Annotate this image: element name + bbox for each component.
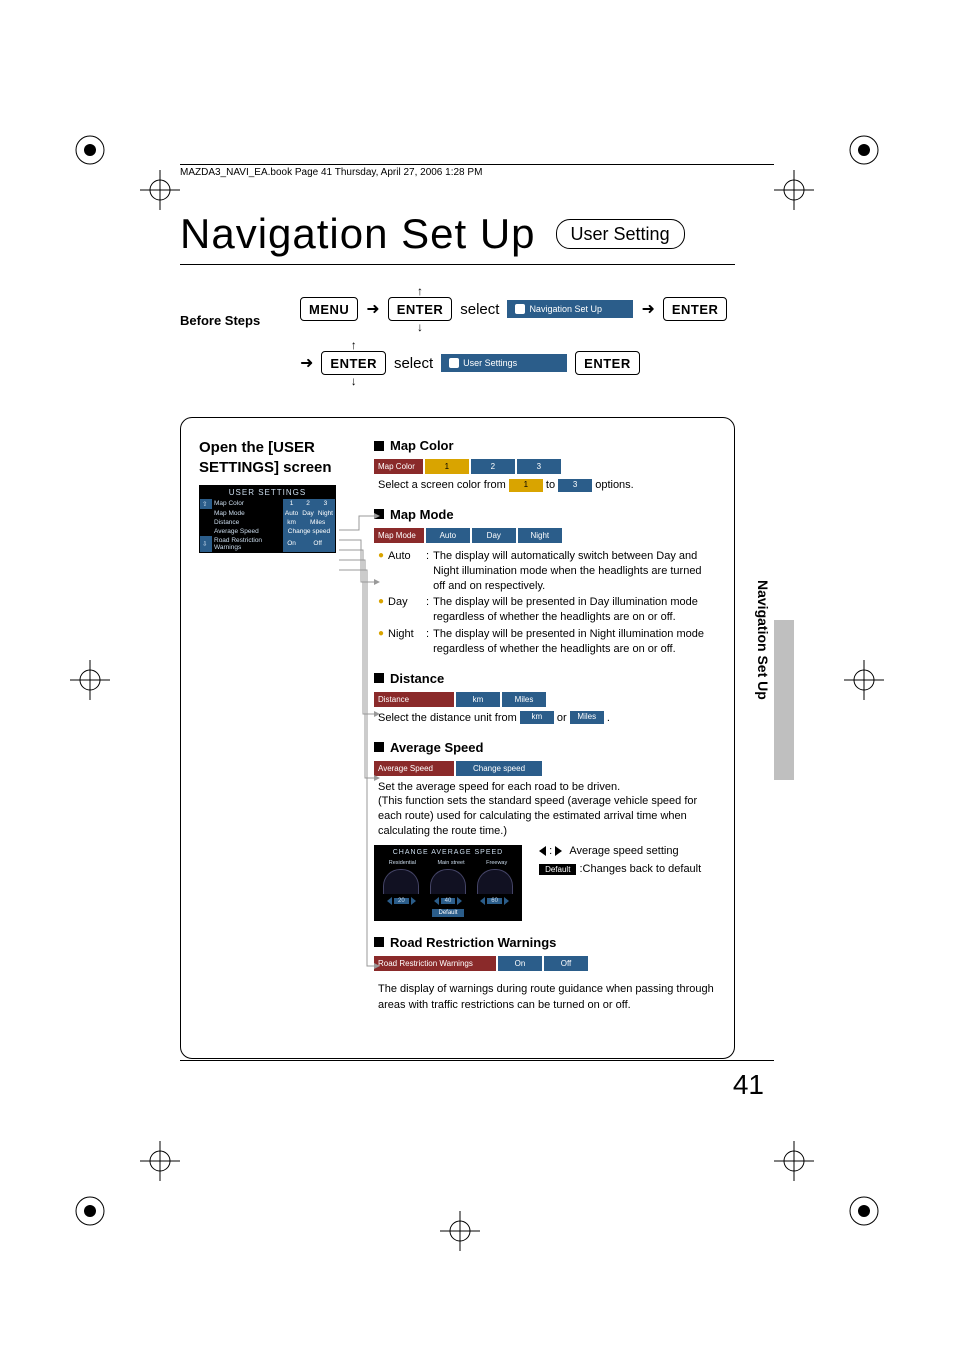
footer-rule [180, 1060, 774, 1061]
crop-mark-icon [844, 1191, 884, 1231]
select-label: select [460, 301, 499, 318]
crop-mark-icon [844, 660, 884, 700]
badge-1: 1 [509, 479, 543, 492]
page-number: 41 [733, 1069, 764, 1101]
enter-joystick[interactable]: ENTER [321, 339, 386, 387]
chip-navigation-setup: Navigation Set Up [507, 300, 633, 318]
before-steps-label: Before Steps [180, 313, 260, 328]
section-distance: Distance Distance km Miles Select the di… [374, 671, 716, 726]
road-restriction-desc: The display of warnings during route gui… [374, 981, 716, 1014]
running-header: MAZDA3_NAVI_EA.book Page 41 Thursday, Ap… [180, 164, 774, 178]
crop-mark-icon [774, 170, 814, 210]
avg-speed-desc: Set the average speed for each road to b… [374, 780, 716, 839]
section-map-mode: Map Mode Map Mode Auto Day Night ●Auto:T… [374, 507, 716, 657]
arrow-up-icon [417, 285, 423, 297]
section-heading: Average Speed [390, 740, 483, 755]
subtitle-pill: User Setting [556, 219, 685, 249]
badge-km: km [520, 711, 554, 724]
square-bullet-icon [374, 441, 384, 451]
side-tab-label: Navigation Set Up [755, 580, 771, 700]
arrow-right-icon [300, 353, 313, 373]
change-average-speed-screenshot: CHANGE AVERAGE SPEED Residential Main st… [374, 845, 522, 921]
divider [180, 264, 735, 265]
enter-button[interactable]: ENTER [321, 351, 386, 375]
chip-user-settings: User Settings [441, 354, 567, 372]
crop-mark-icon [774, 1141, 814, 1181]
arrow-right-icon [366, 299, 379, 319]
wrench-icon [515, 304, 525, 314]
badge-3: 3 [558, 479, 592, 492]
person-icon [449, 358, 459, 368]
gauge-icon [383, 869, 419, 894]
flow-row-1: MENU ENTER select Navigation Set Up ENTE… [300, 285, 735, 333]
header-note: MAZDA3_NAVI_EA.book Page 41 Thursday, Ap… [180, 167, 482, 178]
user-settings-screenshot: USER SETTINGS ⇧Map Color123 Map ModeAuto… [199, 485, 336, 553]
option-bar-road-restriction: Road Restriction Warnings On Off [374, 956, 588, 971]
enter-button[interactable]: ENTER [575, 351, 640, 375]
badge-miles: Miles [570, 711, 604, 724]
flow-row-2: ENTER select User Settings ENTER [300, 339, 735, 387]
distance-desc: Select the distance unit from km or Mile… [374, 711, 716, 726]
crop-mark-icon [70, 660, 110, 700]
default-badge: Default [539, 864, 576, 875]
panel: Open the [USER SETTINGS] screen USER SET… [180, 417, 735, 1059]
arrow-right-icon [641, 299, 654, 319]
option-bar-avg-speed: Average Speed Change speed [374, 761, 542, 776]
map-color-desc: Select a screen color from 1 to 3 option… [374, 478, 716, 493]
crop-mark-icon [70, 130, 110, 170]
option-bar-distance: Distance km Miles [374, 692, 546, 707]
option-bar-map-color: Map Color 1 2 3 [374, 459, 561, 474]
page-title: Navigation Set Up [180, 210, 536, 258]
menu-button[interactable]: MENU [300, 297, 358, 321]
crop-mark-icon [70, 1191, 110, 1231]
crop-mark-icon [140, 1141, 180, 1181]
arrow-down-icon [351, 375, 357, 387]
avg-speed-legend: : Average speed setting Default :Changes… [539, 845, 701, 875]
arrow-up-icon [351, 339, 357, 351]
select-label: select [394, 355, 433, 372]
enter-button[interactable]: ENTER [388, 297, 453, 321]
option-bar-map-mode: Map Mode Auto Day Night [374, 528, 562, 543]
section-map-color: Map Color Map Color 1 2 3 Select a scree… [374, 438, 716, 493]
crop-mark-icon [140, 170, 180, 210]
thumb-tab-icon [774, 620, 794, 780]
gauge-icon [477, 869, 513, 894]
triangle-right-icon [555, 846, 562, 856]
enter-button[interactable]: ENTER [663, 297, 728, 321]
leader-lines-icon [339, 516, 389, 976]
section-heading: Distance [390, 671, 444, 686]
triangle-left-icon [539, 846, 546, 856]
section-heading: Road Restriction Warnings [390, 935, 556, 950]
section-heading: Map Color [390, 438, 454, 453]
crop-mark-icon [844, 130, 884, 170]
arrow-down-icon [417, 321, 423, 333]
section-heading: Map Mode [390, 507, 454, 522]
open-screen-heading: Open the [USER SETTINGS] screen [199, 438, 364, 479]
section-road-restriction: Road Restriction Warnings Road Restricti… [374, 935, 716, 1014]
side-tab: Navigation Set Up [752, 540, 774, 740]
crop-mark-icon [440, 1211, 480, 1251]
section-average-speed: Average Speed Average Speed Change speed… [374, 740, 716, 921]
enter-joystick[interactable]: ENTER [388, 285, 453, 333]
screenshot-title: USER SETTINGS [200, 486, 335, 499]
gauge-icon [430, 869, 466, 894]
